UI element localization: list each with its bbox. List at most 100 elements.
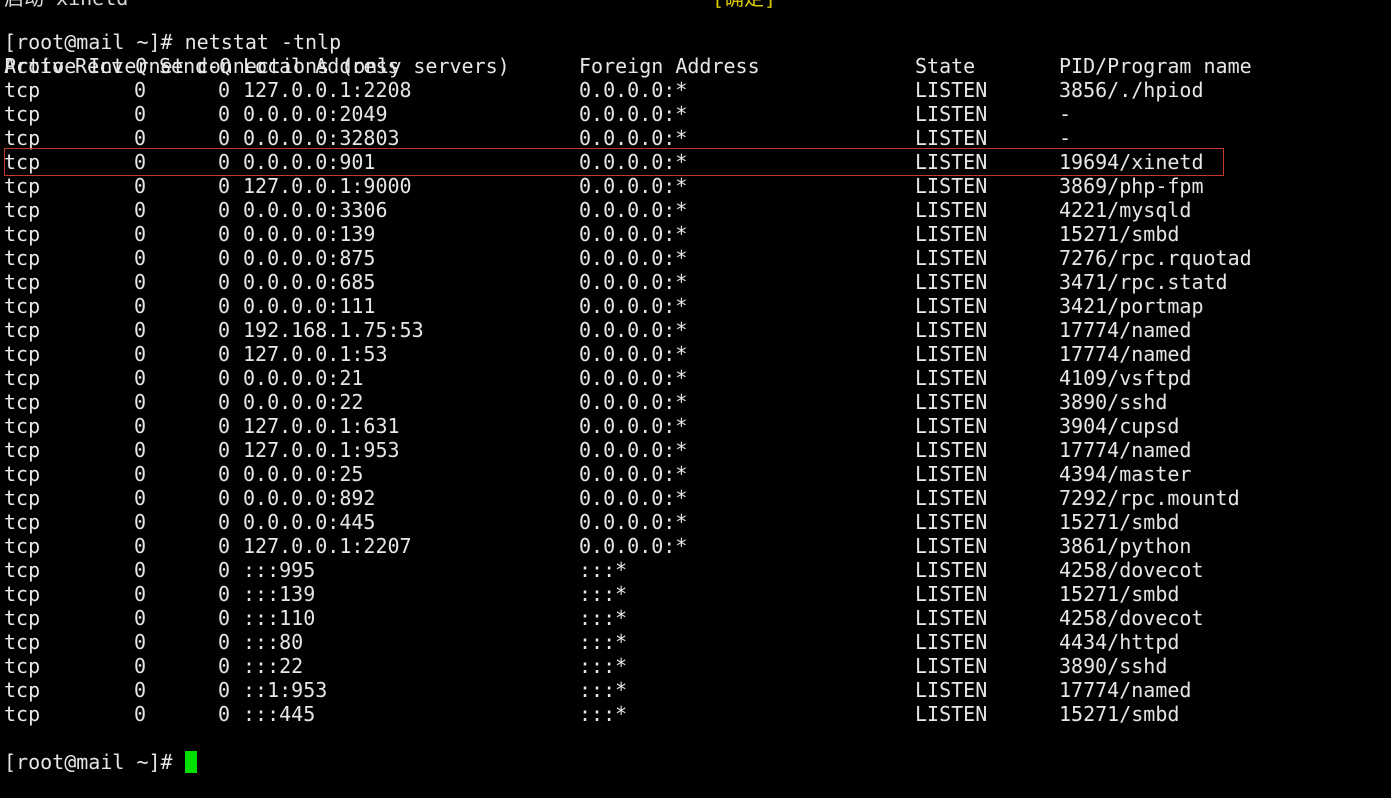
cell-state: LISTEN: [915, 78, 988, 102]
cell-foreign-address: 0.0.0.0:*: [579, 318, 688, 342]
cell-recv-q: 0: [134, 606, 147, 630]
cell-local-address: 0.0.0.0:892: [243, 486, 376, 510]
cell-local-address: 0.0.0.0:111: [243, 294, 376, 318]
cell-program: 17774/named: [1059, 342, 1192, 366]
cell-program: 17774/named: [1059, 438, 1192, 462]
cell-proto: tcp: [4, 630, 41, 654]
cell-program: 15271/smbd: [1059, 510, 1180, 534]
cell-state: LISTEN: [915, 486, 988, 510]
cell-program: 3471/rpc.statd: [1059, 270, 1228, 294]
cell-state: LISTEN: [915, 102, 988, 126]
header-program: PID/Program name: [1059, 54, 1252, 78]
header-local-address: Local Address: [243, 54, 400, 78]
cell-recv-q: 0: [134, 126, 147, 150]
cell-recv-q: 0: [134, 246, 147, 270]
header-foreign-address: Foreign Address: [579, 54, 760, 78]
cell-program: 3861/python: [1059, 534, 1192, 558]
cell-state: LISTEN: [915, 630, 988, 654]
cell-recv-q: 0: [134, 510, 147, 534]
cell-recv-q: 0: [134, 654, 147, 678]
cell-local-address: 0.0.0.0:25: [243, 462, 364, 486]
header-proto: Proto: [4, 54, 65, 78]
cell-send-q: 0: [218, 246, 231, 270]
cell-proto: tcp: [4, 366, 41, 390]
cell-state: LISTEN: [915, 582, 988, 606]
cell-send-q: 0: [218, 78, 231, 102]
cell-state: LISTEN: [915, 222, 988, 246]
cell-foreign-address: 0.0.0.0:*: [579, 390, 688, 414]
cell-program: 4109/vsftpd: [1059, 366, 1192, 390]
cell-state: LISTEN: [915, 510, 988, 534]
cell-local-address: :::445: [243, 702, 316, 726]
cell-foreign-address: 0.0.0.0:*: [579, 78, 688, 102]
cell-program: 15271/smbd: [1059, 222, 1180, 246]
cell-foreign-address: :::*: [579, 558, 628, 582]
cell-foreign-address: :::*: [579, 630, 628, 654]
cell-send-q: 0: [218, 270, 231, 294]
cell-foreign-address: :::*: [579, 582, 628, 606]
cell-proto: tcp: [4, 294, 41, 318]
cell-program: 3890/sshd: [1059, 654, 1168, 678]
cell-state: LISTEN: [915, 294, 988, 318]
cell-proto: tcp: [4, 126, 41, 150]
cell-local-address: 0.0.0.0:3306: [243, 198, 388, 222]
cell-program: 3904/cupsd: [1059, 414, 1180, 438]
terminal-window[interactable]: 启动 xinetd [确定] [root@mail ~]# netstat -t…: [0, 0, 1391, 774]
cell-program: 3421/portmap: [1059, 294, 1204, 318]
cell-foreign-address: :::*: [579, 702, 628, 726]
cell-program: 15271/smbd: [1059, 582, 1180, 606]
header-send-q: Send-Q: [159, 54, 232, 78]
cell-recv-q: 0: [134, 582, 147, 606]
final-prompt-line[interactable]: [root@mail ~]#: [0, 726, 197, 774]
cell-recv-q: 0: [134, 390, 147, 414]
cell-foreign-address: 0.0.0.0:*: [579, 462, 688, 486]
cell-local-address: :::110: [243, 606, 316, 630]
section-title: Active Internet connections (only server…: [0, 30, 510, 78]
cell-local-address: 127.0.0.1:953: [243, 438, 400, 462]
cell-recv-q: 0: [134, 270, 147, 294]
cell-state: LISTEN: [915, 558, 988, 582]
cell-send-q: 0: [218, 102, 231, 126]
command: netstat -tnlp: [184, 30, 342, 54]
cell-program: -: [1059, 126, 1072, 150]
cell-proto: tcp: [4, 318, 41, 342]
cell-proto: tcp: [4, 198, 41, 222]
cell-foreign-address: :::*: [579, 678, 628, 702]
cell-program: 17774/named: [1059, 678, 1192, 702]
cell-send-q: 0: [218, 678, 231, 702]
cell-state: LISTEN: [915, 462, 988, 486]
highlight-box-xinetd-row: [4, 148, 1224, 176]
header-state: State: [915, 54, 976, 78]
cell-proto: tcp: [4, 102, 41, 126]
cell-state: LISTEN: [915, 198, 988, 222]
cell-local-address: 127.0.0.1:2208: [243, 78, 412, 102]
cell-program: 4258/dovecot: [1059, 606, 1204, 630]
cell-send-q: 0: [218, 606, 231, 630]
cell-send-q: 0: [218, 174, 231, 198]
cell-foreign-address: 0.0.0.0:*: [579, 414, 688, 438]
cell-recv-q: 0: [134, 558, 147, 582]
cell-recv-q: 0: [134, 462, 147, 486]
command-text: [root@mail ~]# netstat -tnlp: [4, 30, 341, 54]
cell-proto: tcp: [4, 534, 41, 558]
cell-proto: tcp: [4, 174, 41, 198]
cell-foreign-address: 0.0.0.0:*: [579, 342, 688, 366]
cell-recv-q: 0: [134, 342, 147, 366]
cell-state: LISTEN: [915, 438, 988, 462]
cell-send-q: 0: [218, 582, 231, 606]
cell-proto: tcp: [4, 438, 41, 462]
cell-foreign-address: 0.0.0.0:*: [579, 222, 688, 246]
cell-recv-q: 0: [134, 102, 147, 126]
cell-proto: tcp: [4, 486, 41, 510]
cell-foreign-address: 0.0.0.0:*: [579, 294, 688, 318]
cell-local-address: 0.0.0.0:875: [243, 246, 376, 270]
header-recv-q: Recv-Q: [75, 54, 148, 78]
cell-proto: tcp: [4, 414, 41, 438]
cell-send-q: 0: [218, 630, 231, 654]
cell-local-address: :::80: [243, 630, 304, 654]
cell-state: LISTEN: [915, 318, 988, 342]
cell-send-q: 0: [218, 534, 231, 558]
cell-local-address: 0.0.0.0:445: [243, 510, 376, 534]
cell-local-address: 127.0.0.1:631: [243, 414, 400, 438]
cell-recv-q: 0: [134, 318, 147, 342]
